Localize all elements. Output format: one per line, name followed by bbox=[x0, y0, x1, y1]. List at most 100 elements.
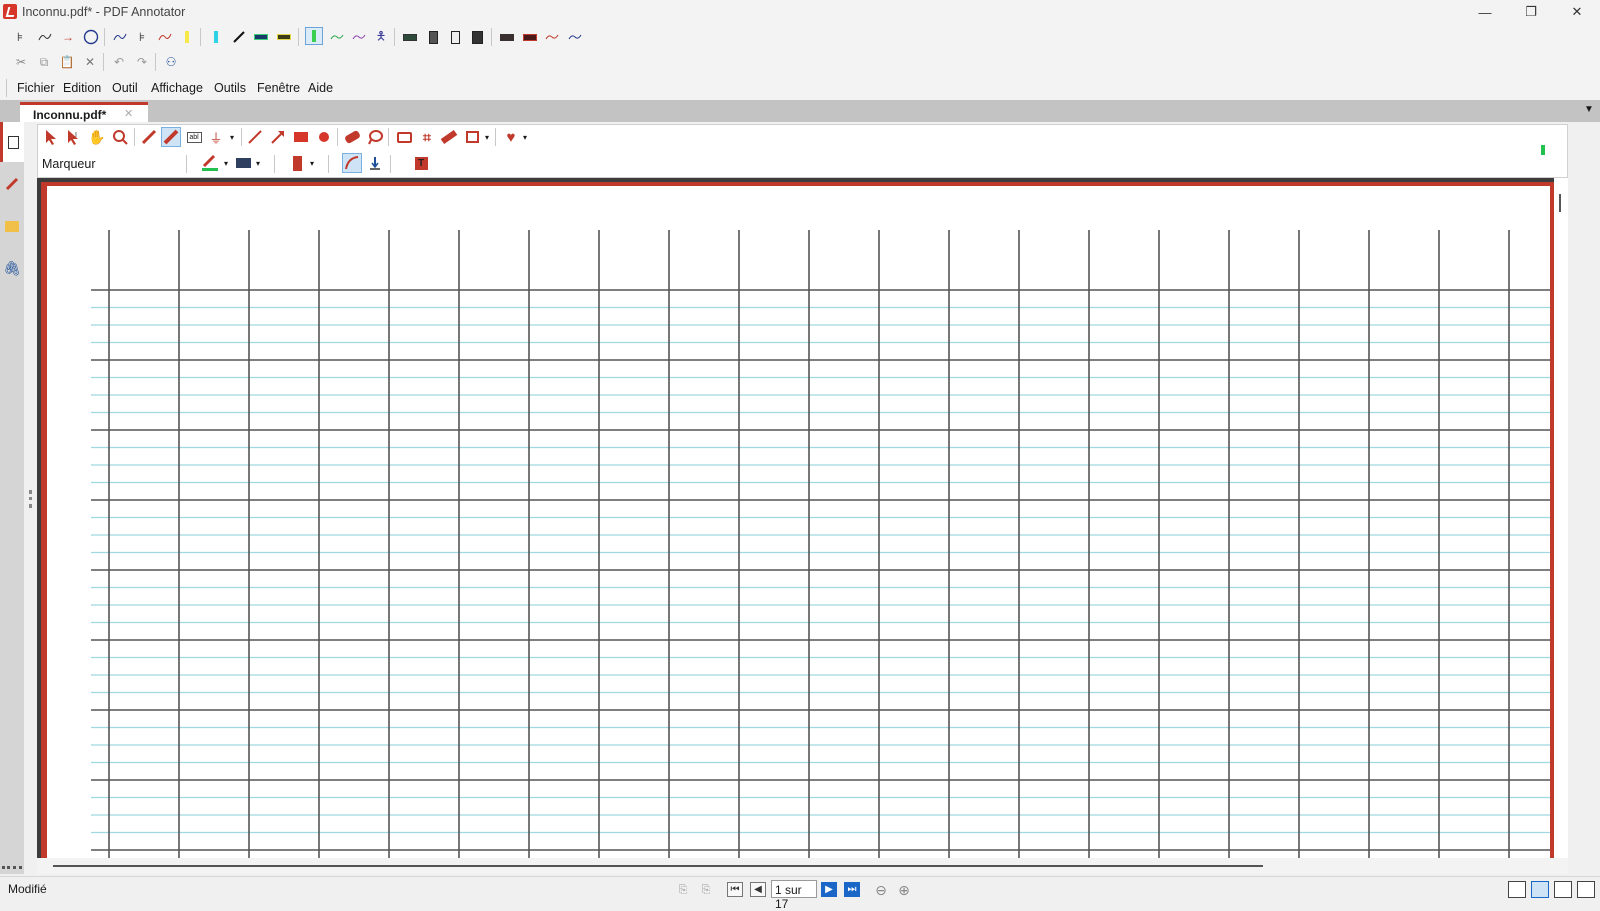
fill-dropdown-icon[interactable]: ▾ bbox=[248, 153, 268, 173]
redo-icon[interactable]: ↷ bbox=[133, 53, 151, 71]
horizontal-scroll-thumb[interactable] bbox=[53, 865, 1263, 867]
vertical-scrollbar[interactable] bbox=[1554, 178, 1568, 858]
svg-text:I: I bbox=[75, 132, 77, 139]
continuous-view-button[interactable] bbox=[1531, 881, 1549, 898]
current-tool-label: Marqueur bbox=[42, 157, 96, 171]
insert-image-dropdown-icon[interactable]: ▾ bbox=[477, 127, 497, 147]
close-button[interactable]: ✕ bbox=[1554, 0, 1600, 24]
pointer-alt-icon[interactable]: ⊧ bbox=[133, 28, 151, 46]
menu-outil[interactable]: Outil bbox=[112, 81, 138, 95]
previous-page-button[interactable]: ◀ bbox=[750, 882, 766, 897]
menu-edition[interactable]: Edition bbox=[63, 81, 101, 95]
lasso-icon[interactable] bbox=[365, 127, 385, 147]
squiggle-icon[interactable] bbox=[111, 28, 129, 46]
single-page-view-button[interactable] bbox=[1508, 881, 1526, 898]
pen-icon[interactable] bbox=[230, 28, 248, 46]
smooth-line-icon[interactable] bbox=[342, 153, 362, 173]
last-page-button[interactable]: ⏭ bbox=[844, 882, 860, 897]
restore-button[interactable]: ❐ bbox=[1508, 0, 1554, 24]
pdf-page[interactable] bbox=[47, 186, 1550, 858]
side-panel-tabs: 🖇 bbox=[0, 122, 24, 874]
toolbar-separator bbox=[103, 53, 104, 71]
camera-icon[interactable] bbox=[394, 127, 414, 147]
squiggle-icon[interactable] bbox=[156, 28, 174, 46]
menu-fichier[interactable]: Fichier bbox=[17, 81, 55, 95]
pointer-tool-icon[interactable]: ⊧ bbox=[11, 28, 29, 46]
tab-inconnu-pdf[interactable]: Inconnu.pdf* ✕ bbox=[20, 102, 148, 122]
highlighter-yellow-icon[interactable] bbox=[178, 28, 196, 46]
text-box-icon[interactable]: abl bbox=[184, 127, 204, 147]
pen-tool-icon[interactable] bbox=[139, 127, 159, 147]
delete-icon[interactable]: ✕ bbox=[81, 53, 99, 71]
line-width-dropdown-icon[interactable]: ▾ bbox=[302, 153, 322, 173]
ruler-icon[interactable] bbox=[439, 127, 459, 147]
toolbar-separator bbox=[134, 128, 135, 146]
cut-icon[interactable]: ✂ bbox=[12, 53, 30, 71]
two-page-continuous-view-button[interactable] bbox=[1577, 881, 1595, 898]
ellipse-icon[interactable] bbox=[314, 127, 334, 147]
menu-outils[interactable]: Outils bbox=[214, 81, 246, 95]
document-viewport[interactable] bbox=[37, 178, 1568, 858]
label-red-icon[interactable] bbox=[521, 28, 539, 46]
title-bar: Inconnu.pdf* - PDF Annotator — ❐ ✕ bbox=[0, 0, 1600, 24]
two-page-view-button[interactable] bbox=[1554, 881, 1572, 898]
selected-marker-icon[interactable] bbox=[305, 27, 323, 45]
annotations-pen-icon[interactable] bbox=[0, 164, 24, 204]
hand-icon[interactable]: ✋ bbox=[87, 127, 107, 147]
menu-aide[interactable]: Aide bbox=[308, 81, 333, 95]
page-number-field[interactable]: 1 sur 17 bbox=[771, 880, 817, 911]
wave-blue-icon[interactable] bbox=[566, 28, 584, 46]
rectangle-icon[interactable] bbox=[291, 127, 311, 147]
select-arrow-icon[interactable] bbox=[41, 127, 61, 147]
pages-icon[interactable] bbox=[0, 122, 24, 162]
undo-icon[interactable]: ↶ bbox=[110, 53, 128, 71]
label-yellow-icon[interactable] bbox=[275, 28, 293, 46]
toolbar-separator bbox=[394, 28, 395, 46]
copy-icon[interactable]: ⧉ bbox=[35, 53, 53, 71]
previous-view-icon[interactable]: ⎘ bbox=[674, 881, 692, 899]
wave-purple-icon[interactable] bbox=[350, 28, 368, 46]
first-page-button[interactable]: ⏮ bbox=[727, 882, 743, 897]
portrait-a-icon[interactable] bbox=[424, 28, 442, 46]
freehand-icon[interactable] bbox=[36, 28, 54, 46]
horizontal-scrollbar[interactable] bbox=[37, 858, 1568, 874]
arrow-icon[interactable]: → bbox=[59, 28, 77, 46]
label-green-icon[interactable] bbox=[252, 28, 270, 46]
close-tab-icon[interactable]: ✕ bbox=[124, 107, 133, 120]
paste-icon[interactable]: 📋 bbox=[58, 53, 76, 71]
folder-icon[interactable] bbox=[0, 206, 24, 246]
insert-text-icon[interactable]: T bbox=[411, 153, 431, 173]
stamp-figure-icon[interactable]: 🯅 bbox=[372, 28, 390, 46]
attachment-icon[interactable]: 🖇 bbox=[0, 248, 24, 288]
zoom-icon[interactable] bbox=[110, 127, 130, 147]
wave-green-icon[interactable] bbox=[328, 28, 346, 46]
label-black-icon[interactable] bbox=[498, 28, 516, 46]
next-view-icon[interactable]: ⎘ bbox=[697, 881, 715, 899]
eraser-icon[interactable] bbox=[342, 127, 362, 147]
vertical-scroll-thumb[interactable] bbox=[1559, 194, 1561, 212]
menu-affichage[interactable]: Affichage bbox=[151, 81, 203, 95]
tab-list-dropdown-icon[interactable]: ▼ bbox=[1582, 104, 1596, 118]
favorites-dropdown-icon[interactable]: ▾ bbox=[515, 127, 535, 147]
label-dark-icon[interactable] bbox=[401, 28, 419, 46]
select-text-icon[interactable]: I bbox=[64, 127, 84, 147]
straighten-icon[interactable] bbox=[365, 153, 385, 173]
arrow-tool-icon[interactable] bbox=[268, 127, 288, 147]
binoculars-icon[interactable]: ⚇ bbox=[162, 53, 180, 71]
menu-fenetre[interactable]: Fenêtre bbox=[257, 81, 300, 95]
line-icon[interactable] bbox=[245, 127, 265, 147]
highlighter-cyan-icon[interactable] bbox=[207, 28, 225, 46]
portrait-b-icon[interactable] bbox=[446, 28, 464, 46]
splitter-grip[interactable] bbox=[2, 866, 22, 869]
stamp-dropdown-icon[interactable]: ▾ bbox=[222, 127, 242, 147]
forward-icon[interactable]: ⊕ bbox=[895, 881, 913, 899]
wave-red-icon[interactable] bbox=[543, 28, 561, 46]
marker-tool-icon[interactable] bbox=[161, 127, 181, 147]
back-icon[interactable]: ⊖ bbox=[872, 881, 890, 899]
minimize-button[interactable]: — bbox=[1462, 0, 1508, 24]
crop-icon[interactable]: ⌗ bbox=[417, 127, 437, 147]
panel-resize-grip[interactable] bbox=[29, 490, 32, 508]
next-page-button[interactable]: ▶ bbox=[821, 882, 837, 897]
circle-icon[interactable] bbox=[82, 28, 100, 46]
portrait-c-icon[interactable] bbox=[468, 28, 486, 46]
